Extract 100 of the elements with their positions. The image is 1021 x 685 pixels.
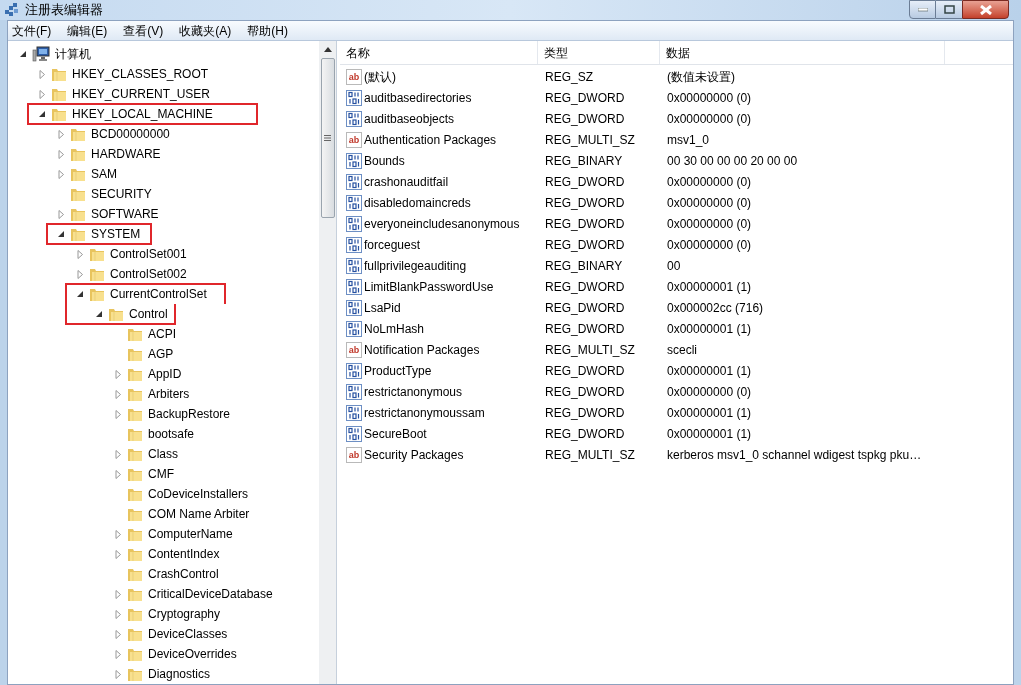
column-header[interactable]: 名称: [340, 41, 538, 64]
tree-item[interactable]: ComputerName: [146, 525, 235, 543]
collapsed-arrow-icon[interactable]: [115, 649, 122, 659]
value-type: REG_DWORD: [544, 110, 626, 128]
tree-item[interactable]: SAM: [89, 165, 119, 183]
collapsed-arrow-icon[interactable]: [77, 249, 84, 259]
tree-item[interactable]: SECURITY: [89, 185, 154, 203]
tree-item[interactable]: CMF: [146, 465, 176, 483]
scrollbar-thumb[interactable]: [320, 58, 335, 218]
tree-item[interactable]: 计算机: [53, 45, 93, 63]
scrollbar[interactable]: [319, 41, 336, 684]
collapsed-arrow-icon[interactable]: [115, 629, 122, 639]
menu-item[interactable]: 帮助(H): [243, 21, 292, 40]
tree-item[interactable]: ControlSet001: [108, 245, 189, 263]
collapsed-arrow-icon[interactable]: [115, 369, 122, 379]
value-name[interactable]: auditbasedirectories: [364, 88, 472, 107]
value-name[interactable]: fullprivilegeauditing: [364, 256, 467, 275]
expanded-arrow-icon[interactable]: [58, 229, 65, 239]
tree-item[interactable]: SOFTWARE: [89, 205, 161, 223]
tree-item[interactable]: ContentIndex: [146, 545, 222, 563]
column-header[interactable]: 数据: [660, 41, 945, 64]
tree-item[interactable]: SYSTEM: [89, 225, 143, 243]
tree-item[interactable]: ControlSet002: [108, 265, 189, 283]
tree-item[interactable]: HKEY_LOCAL_MACHINE: [70, 105, 215, 123]
value-type: REG_BINARY: [544, 257, 624, 275]
value-name[interactable]: Bounds: [364, 151, 405, 170]
value-data: 0x00000000 (0): [666, 236, 752, 254]
value-name[interactable]: crashonauditfail: [364, 172, 449, 191]
tree-item[interactable]: Cryptography: [146, 605, 223, 623]
folder-icon: [127, 586, 143, 602]
expanded-arrow-icon[interactable]: [20, 49, 27, 59]
tree-item[interactable]: bootsafe: [146, 425, 197, 443]
tree-item[interactable]: HKEY_CLASSES_ROOT: [70, 65, 211, 83]
value-name[interactable]: SecureBoot: [364, 424, 427, 443]
tree-item[interactable]: Diagnostics: [146, 665, 213, 683]
collapsed-arrow-icon[interactable]: [115, 389, 122, 399]
value-data: 0x00000000 (0): [666, 194, 752, 212]
value-name[interactable]: auditbaseobjects: [364, 109, 455, 128]
value-name[interactable]: Notification Packages: [364, 340, 480, 359]
menu-item[interactable]: 收藏夹(A): [175, 21, 236, 40]
collapsed-arrow-icon[interactable]: [115, 449, 122, 459]
tree-item[interactable]: CriticalDeviceDatabase: [146, 585, 275, 603]
collapsed-arrow-icon[interactable]: [58, 149, 65, 159]
value-name[interactable]: Authentication Packages: [364, 130, 497, 149]
tree-item[interactable]: Control: [127, 305, 170, 323]
value-name[interactable]: restrictanonymous: [364, 382, 463, 401]
close-button[interactable]: [962, 0, 1009, 19]
binary-value-icon: [346, 362, 362, 379]
tree-item[interactable]: DeviceOverrides: [146, 645, 239, 663]
minimize-button[interactable]: [909, 0, 936, 19]
collapsed-arrow-icon[interactable]: [115, 549, 122, 559]
value-name[interactable]: LimitBlankPasswordUse: [364, 277, 494, 296]
value-name[interactable]: forceguest: [364, 235, 421, 254]
binary-value-icon: [346, 320, 362, 337]
collapsed-arrow-icon[interactable]: [58, 129, 65, 139]
collapsed-arrow-icon[interactable]: [115, 589, 122, 599]
value-type: REG_DWORD: [544, 425, 626, 443]
tree-item[interactable]: AGP: [146, 345, 176, 363]
binary-value-icon: [346, 299, 362, 316]
expanded-arrow-icon[interactable]: [39, 109, 46, 119]
menu-item[interactable]: 编辑(E): [63, 21, 112, 40]
value-name[interactable]: ProductType: [364, 361, 432, 380]
value-name[interactable]: (默认): [364, 67, 396, 86]
collapsed-arrow-icon[interactable]: [115, 669, 122, 679]
tree-item[interactable]: DeviceClasses: [146, 625, 230, 643]
maximize-button[interactable]: [936, 0, 962, 19]
value-name[interactable]: Security Packages: [364, 445, 464, 464]
expanded-arrow-icon[interactable]: [96, 309, 103, 319]
tree-item[interactable]: BackupRestore: [146, 405, 233, 423]
tree-item[interactable]: Class: [146, 445, 180, 463]
menu-item[interactable]: 文件(F): [8, 21, 56, 40]
collapsed-arrow-icon[interactable]: [115, 469, 122, 479]
tree-item[interactable]: CurrentControlSet: [108, 285, 209, 303]
value-name[interactable]: disabledomaincreds: [364, 193, 471, 212]
value-name[interactable]: everyoneincludesanonymous: [364, 214, 520, 233]
value-name[interactable]: restrictanonymoussam: [364, 403, 485, 422]
folder-icon: [127, 426, 143, 442]
tree-item[interactable]: HARDWARE: [89, 145, 163, 163]
value-name[interactable]: LsaPid: [364, 298, 401, 317]
tree-item[interactable]: Arbiters: [146, 385, 192, 403]
tree-item[interactable]: HKEY_CURRENT_USER: [70, 85, 213, 103]
collapsed-arrow-icon[interactable]: [115, 529, 122, 539]
column-header[interactable]: 类型: [538, 41, 660, 64]
collapsed-arrow-icon[interactable]: [115, 609, 122, 619]
tree-item[interactable]: CoDeviceInstallers: [146, 485, 251, 503]
tree-item[interactable]: AppID: [146, 365, 184, 383]
menu-item[interactable]: 查看(V): [119, 21, 168, 40]
collapsed-arrow-icon[interactable]: [39, 89, 46, 99]
tree-item[interactable]: BCD00000000: [89, 125, 172, 143]
collapsed-arrow-icon[interactable]: [77, 269, 84, 279]
value-name[interactable]: NoLmHash: [364, 319, 425, 338]
collapsed-arrow-icon[interactable]: [115, 409, 122, 419]
tree-item[interactable]: CrashControl: [146, 565, 221, 583]
collapsed-arrow-icon[interactable]: [58, 209, 65, 219]
tree-item[interactable]: ACPI: [146, 325, 178, 343]
collapsed-arrow-icon[interactable]: [58, 169, 65, 179]
expanded-arrow-icon[interactable]: [77, 289, 84, 299]
collapsed-arrow-icon[interactable]: [39, 69, 46, 79]
folder-icon: [127, 346, 143, 362]
tree-item[interactable]: COM Name Arbiter: [146, 505, 252, 523]
